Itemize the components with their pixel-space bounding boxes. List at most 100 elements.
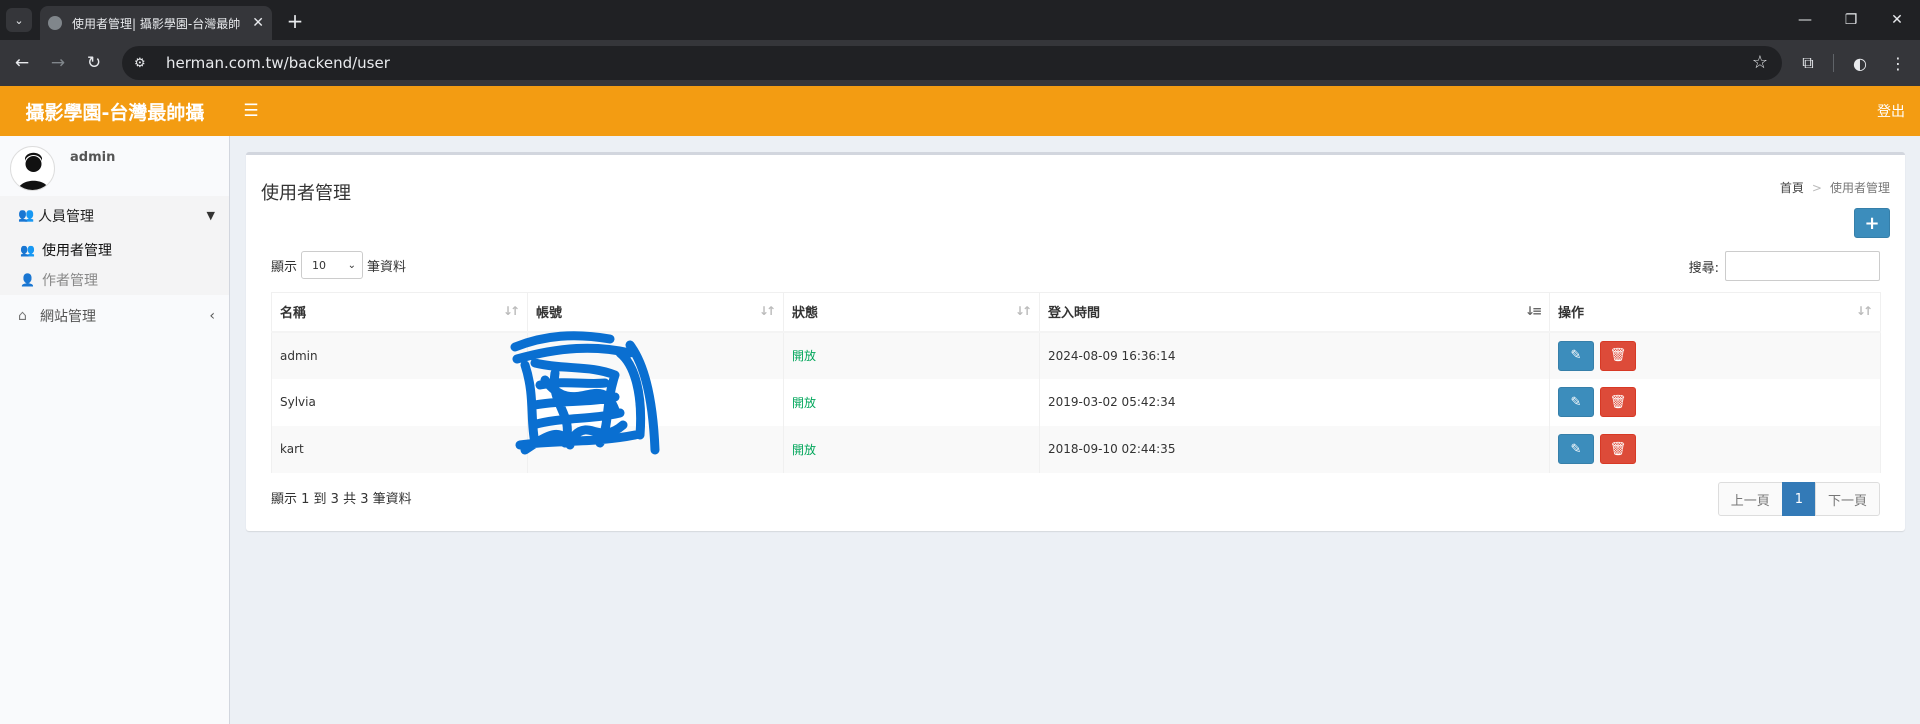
extensions-icon[interactable]: ⧉ — [1794, 49, 1822, 77]
table-info: 顯示 1 到 3 共 3 筆資料 — [271, 492, 412, 507]
cell-status: 開放 — [783, 378, 1040, 426]
cell-name: admin — [271, 331, 528, 379]
sidebar-item-user-management[interactable]: 👥 使用者管理 — [0, 235, 229, 265]
page-length-value: 10 — [312, 258, 327, 272]
address-bar[interactable]: ⚙ herman.com.tw/backend/user ☆ — [122, 46, 1782, 80]
cell-name: Sylvia — [271, 378, 528, 426]
minimize-icon[interactable]: — — [1782, 6, 1828, 34]
username: admin — [70, 150, 116, 165]
users-table: 名稱 ↓↑ 帳號 ↓↑ 狀態 ↓↑ 登入時間 ↓≡ 操作 ↓↑ admin 開放 2024… — [271, 292, 1881, 473]
browser-toolbar: ← → ↻ ⚙ herman.com.tw/backend/user ☆ ⧉ ◐… — [0, 40, 1920, 86]
trash-icon: 🗑 — [1609, 441, 1627, 457]
reload-icon[interactable]: ↻ — [80, 49, 108, 77]
cell-login-time: 2019-03-02 05:42:34 — [1039, 378, 1550, 426]
edit-icon: ✎ — [1570, 348, 1582, 363]
chevron-left-icon: ‹ — [209, 308, 215, 324]
edit-button[interactable]: ✎ — [1558, 434, 1594, 464]
sort-icon: ↓↑ — [502, 304, 520, 318]
sidebar-item-label: 網站管理 — [40, 309, 96, 325]
column-header-label: 操作 — [1558, 306, 1585, 322]
cell-login-time: 2024-08-09 16:36:14 — [1039, 331, 1550, 379]
back-icon[interactable]: ← — [8, 49, 36, 77]
sort-desc-icon: ↓≡ — [1524, 304, 1542, 318]
breadcrumb-current: 使用者管理 — [1829, 181, 1890, 195]
delete-button[interactable]: 🗑 — [1599, 340, 1636, 371]
tab-title: 使用者管理| 攝影學園-台灣最帥 — [72, 16, 241, 31]
table-row: admin 開放 2024-08-09 16:36:14 ✎ 🗑 — [271, 331, 1881, 379]
pagination-prev[interactable]: 上一頁 — [1717, 482, 1783, 516]
profile-icon[interactable]: ◐ — [1846, 49, 1874, 77]
edit-button[interactable]: ✎ — [1558, 387, 1594, 417]
content-box: 使用者管理 首頁 > 使用者管理 + 顯示 10 ⌄ 筆資料 搜尋: 名稱 ↓↑ … — [246, 152, 1905, 531]
pagination-page-1[interactable]: 1 — [1781, 482, 1816, 516]
breadcrumb-home[interactable]: 首頁 — [1780, 179, 1804, 196]
pagination-next[interactable]: 下一頁 — [1814, 482, 1880, 516]
column-header-label: 登入時間 — [1048, 306, 1101, 322]
cell-actions: ✎ 🗑 — [1549, 378, 1881, 426]
chevron-down-icon: ⌄ — [347, 259, 357, 271]
search-input[interactable] — [1725, 251, 1880, 281]
page-length-select[interactable]: 10 ⌄ — [301, 251, 364, 279]
sort-icon: ↓↑ — [1855, 304, 1873, 318]
hamburger-icon[interactable]: ☰ — [240, 86, 262, 136]
trash-icon: 🗑 — [1609, 348, 1627, 363]
menu-kebab-icon[interactable]: ⋮ — [1884, 49, 1912, 77]
site-logo[interactable]: 攝影學園-台灣最帥攝 — [0, 86, 230, 136]
length-suffix: 筆資料 — [367, 259, 407, 275]
sidebar: admin 👥 人員管理 ▼ 👥 使用者管理 👤 作者管理 ⌂ 網站管理 ‹ — [0, 136, 230, 724]
edit-icon: ✎ — [1570, 441, 1582, 457]
edit-icon: ✎ — [1570, 394, 1582, 410]
app-header: 攝影學園-台灣最帥攝 ☰ 登出 — [0, 86, 1920, 136]
browser-tab[interactable]: 使用者管理| 攝影學園-台灣最帥 ✕ — [40, 6, 272, 40]
cell-account — [527, 331, 784, 379]
column-header-name[interactable]: 名稱 ↓↑ — [271, 292, 528, 333]
column-header-label: 名稱 — [280, 306, 307, 322]
sidebar-item-author-management[interactable]: 👤 作者管理 — [0, 265, 229, 295]
column-header-actions[interactable]: 操作 ↓↑ — [1549, 292, 1881, 333]
avatar-silhouette-icon — [17, 152, 50, 190]
user-panel: admin — [0, 136, 229, 196]
column-header-login-time[interactable]: 登入時間 ↓≡ — [1039, 292, 1550, 333]
restore-icon[interactable]: ❐ — [1828, 6, 1874, 34]
forward-icon[interactable]: → — [44, 49, 72, 77]
delete-button[interactable]: 🗑 — [1599, 434, 1636, 464]
new-tab-button[interactable]: + — [282, 8, 308, 34]
column-header-label: 狀態 — [792, 306, 819, 322]
search-control: 搜尋: — [1689, 251, 1880, 281]
cell-actions: ✎ 🗑 — [1549, 425, 1881, 473]
globe-icon — [48, 16, 62, 30]
sort-icon: ↓↑ — [758, 304, 776, 318]
logout-link[interactable]: 登出 — [1877, 86, 1905, 136]
sidebar-submenu: 👥 使用者管理 👤 作者管理 — [0, 235, 229, 295]
add-user-button[interactable]: + — [1854, 208, 1890, 238]
url-text[interactable]: herman.com.tw/backend/user — [166, 54, 390, 72]
column-header-account[interactable]: 帳號 ↓↑ — [527, 292, 784, 333]
bookmark-star-icon[interactable]: ☆ — [1752, 52, 1768, 73]
table-row: kart 開放 2018-09-10 02:44:35 ✎ 🗑 — [271, 425, 1881, 473]
column-header-status[interactable]: 狀態 ↓↑ — [783, 292, 1040, 333]
delete-button[interactable]: 🗑 — [1599, 387, 1636, 417]
cell-status: 開放 — [783, 331, 1040, 379]
tab-search-button[interactable]: ⌄ — [6, 8, 32, 32]
sidebar-section-personnel[interactable]: 👥 人員管理 ▼ — [0, 196, 229, 235]
browser-tabstrip: ⌄ 使用者管理| 攝影學園-台灣最帥 ✕ + — ❐ ✕ — [0, 0, 1920, 40]
users-icon: 👥 — [20, 243, 35, 257]
cell-name: kart — [271, 425, 528, 473]
user-edit-icon: 👤 — [20, 273, 35, 287]
page-length-control: 顯示 10 ⌄ 筆資料 — [271, 251, 406, 279]
table-row: Sylvia 開放 2019-03-02 05:42:34 ✎ 🗑 — [271, 378, 1881, 426]
edit-button[interactable]: ✎ — [1558, 340, 1594, 371]
home-icon: ⌂ — [18, 308, 27, 324]
toolbar-divider — [1833, 54, 1834, 72]
close-icon[interactable]: ✕ — [252, 15, 264, 31]
sidebar-item-site-management[interactable]: ⌂ 網站管理 ‹ — [0, 299, 229, 333]
site-info-icon[interactable]: ⚙ — [134, 56, 154, 71]
breadcrumb-separator: > — [1811, 180, 1822, 195]
page-title: 使用者管理 — [261, 183, 351, 204]
cell-account — [527, 378, 784, 426]
cell-login-time: 2018-09-10 02:44:35 — [1039, 425, 1550, 473]
sidebar-item-label: 作者管理 — [42, 273, 98, 289]
length-prefix: 顯示 — [271, 259, 298, 275]
close-window-icon[interactable]: ✕ — [1874, 6, 1920, 34]
sidebar-section-label: 人員管理 — [38, 208, 94, 225]
